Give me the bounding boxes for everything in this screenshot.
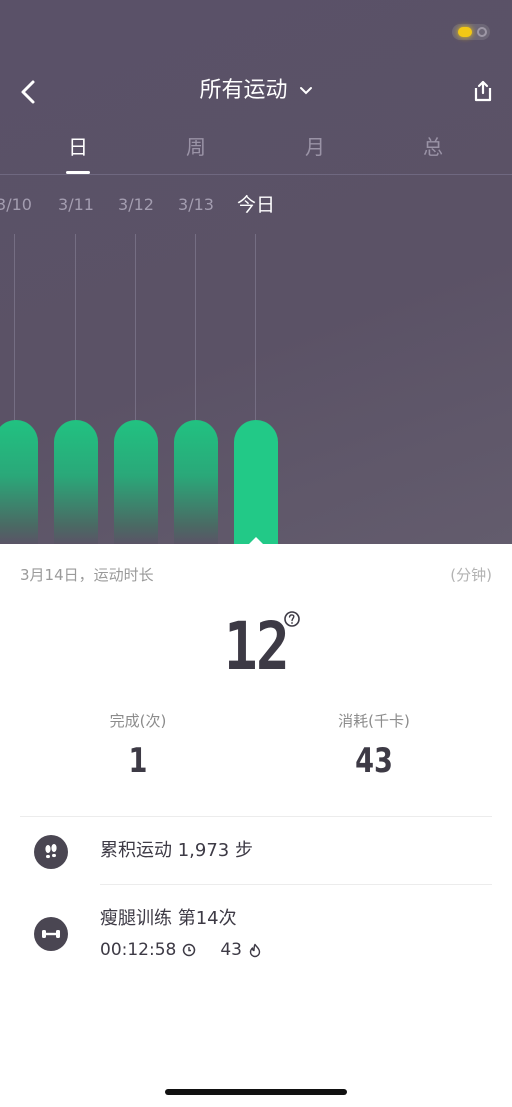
tab-month[interactable]: 月 (285, 130, 345, 164)
footsteps-icon (34, 835, 68, 869)
divider (20, 816, 492, 817)
dumbbell-icon (34, 917, 68, 951)
info-icon[interactable] (283, 610, 301, 628)
tab-week[interactable]: 周 (166, 130, 226, 164)
date-label-3-11[interactable]: 3/11 (46, 192, 106, 218)
status-indicator (452, 24, 490, 40)
calories-stat: 消耗(千卡) 43 (274, 710, 474, 784)
period-tabs: 日 周 月 总 (0, 130, 512, 174)
selection-pointer (248, 537, 264, 544)
page-title: 所有运动 (199, 78, 288, 103)
home-indicator[interactable] (165, 1089, 347, 1095)
unit-label: (分钟) (450, 566, 492, 584)
workout-title: 瘦腿训练 第14次 (100, 908, 237, 929)
workout-details: 00:12:58 43 (100, 938, 262, 962)
recording-dot-icon (458, 27, 472, 37)
workout-duration: 00:12:58 (100, 940, 177, 960)
bar-today[interactable] (234, 420, 278, 544)
tabs-divider (0, 174, 512, 175)
bar-3-10[interactable] (0, 420, 38, 544)
flame-icon (249, 943, 261, 957)
date-label-today[interactable]: 今日 (226, 192, 286, 218)
calories-value: 43 (355, 741, 393, 781)
bar-3-12[interactable] (114, 420, 158, 544)
date-label-3-10[interactable]: 3/10 (0, 192, 44, 218)
chart-panel: 所有运动 日 周 月 总 3/10 3/11 3/12 3/13 今日 (0, 0, 512, 544)
calories-label: 消耗(千卡) (338, 712, 410, 730)
steps-text: 累积运动 1,973 步 (100, 840, 253, 861)
divider (100, 884, 492, 885)
completed-label: 完成(次) (109, 712, 167, 730)
clock-icon (183, 943, 196, 957)
tab-total[interactable]: 总 (403, 130, 463, 164)
share-icon (474, 80, 492, 102)
bar-3-13[interactable] (174, 420, 218, 544)
bar-3-11[interactable] (54, 420, 98, 544)
share-button[interactable] (468, 76, 498, 106)
date-label-3-12[interactable]: 3/12 (106, 192, 166, 218)
camera-icon (477, 27, 487, 37)
activity-filter-dropdown[interactable]: 所有运动 (0, 74, 512, 108)
date-label-3-13[interactable]: 3/13 (166, 192, 226, 218)
daily-summary-sheet: 3月14日，运动时长 (分钟) 12 完成(次) 1 消耗(千卡) 43 累积运… (0, 544, 512, 1107)
completed-stat: 完成(次) 1 (38, 710, 238, 784)
summary-date-label: 3月14日，运动时长 (20, 566, 154, 584)
workout-calories: 43 (220, 940, 242, 960)
chevron-down-icon (299, 87, 312, 95)
completed-value: 1 (128, 741, 148, 781)
duration-value: 12 (223, 608, 290, 685)
tab-day[interactable]: 日 (48, 130, 108, 164)
